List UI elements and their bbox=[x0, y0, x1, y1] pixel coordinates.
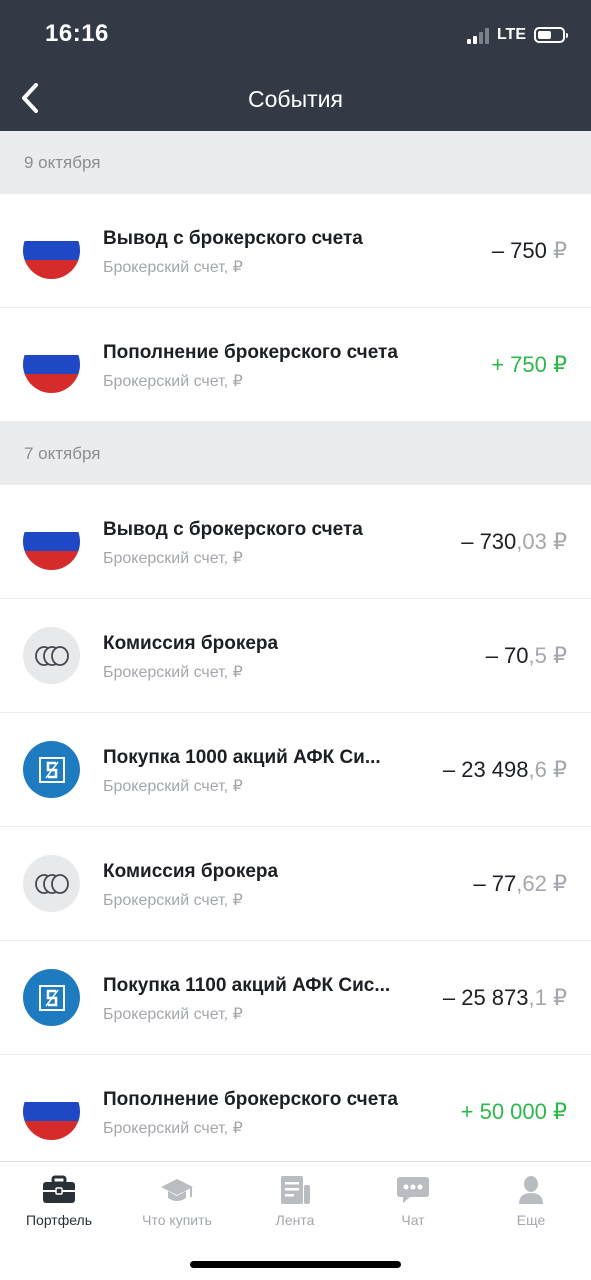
coins-icon bbox=[23, 627, 80, 684]
amount-fraction: ,03 bbox=[516, 529, 547, 554]
event-title: Комиссия брокера bbox=[103, 633, 279, 654]
tab-label: Что купить bbox=[142, 1212, 212, 1228]
event-row[interactable]: Вывод с брокерского счета Брокерский счет… bbox=[0, 485, 591, 599]
event-amount: – 730,03 ₽ bbox=[461, 529, 567, 555]
tab-feed[interactable]: Лента bbox=[236, 1162, 354, 1242]
amount-fraction: ,6 bbox=[528, 757, 547, 782]
event-title: Вывод с брокерского счета bbox=[103, 228, 363, 249]
event-row[interactable]: Комиссия брокера Брокерский счет, ₽ – 70,5… bbox=[0, 599, 591, 713]
afk-sistema-logo-icon bbox=[23, 969, 80, 1026]
signal-icon bbox=[466, 26, 489, 44]
afk-sistema-logo-icon bbox=[23, 741, 80, 798]
event-title: Комиссия брокера bbox=[103, 861, 279, 882]
russia-flag-icon bbox=[23, 513, 80, 570]
event-row[interactable]: Пополнение брокерского счета Брокерский с… bbox=[0, 1055, 591, 1169]
amount-integer: – 730 bbox=[461, 529, 517, 554]
event-account: Брокерский счет, ₽ bbox=[103, 892, 243, 909]
currency-sign: ₽ bbox=[553, 1099, 567, 1124]
currency-sign: ₽ bbox=[553, 985, 567, 1010]
event-row[interactable]: Покупка 1100 акций АФК Сис... Брокерский … bbox=[0, 941, 591, 1055]
currency-sign: ₽ bbox=[553, 529, 567, 554]
tab-portfolio[interactable]: Портфель bbox=[0, 1162, 118, 1242]
event-account: Брокерский счет, ₽ bbox=[103, 1120, 243, 1137]
coins-icon bbox=[23, 855, 80, 912]
event-amount: + 750 ₽ bbox=[491, 352, 567, 378]
section-date: 7 октября bbox=[24, 443, 101, 463]
home-indicator bbox=[190, 1261, 401, 1268]
event-account: Брокерский счет, ₽ bbox=[103, 373, 243, 390]
event-account: Брокерский счет, ₽ bbox=[103, 664, 243, 681]
amount-fraction: ,5 bbox=[528, 643, 547, 668]
status-indicators: LTE bbox=[466, 23, 568, 47]
page-title: События bbox=[248, 86, 343, 112]
event-amount: – 70,5 ₽ bbox=[486, 643, 567, 669]
tab-label: Еще bbox=[516, 1212, 546, 1228]
russia-flag-icon bbox=[23, 1083, 80, 1140]
event-amount: – 25 873,1 ₽ bbox=[443, 985, 567, 1011]
currency-sign: ₽ bbox=[553, 238, 567, 263]
amount-fraction: ,62 bbox=[516, 871, 547, 896]
event-amount: – 77,62 ₽ bbox=[473, 871, 567, 897]
event-account: Брокерский счет, ₽ bbox=[103, 259, 243, 276]
currency-sign: ₽ bbox=[553, 352, 567, 377]
event-title: Покупка 1000 акций АФК Си... bbox=[103, 747, 381, 768]
amount-integer: – 750 bbox=[491, 238, 547, 263]
event-row[interactable]: Пополнение брокерского счета Брокерский с… bbox=[0, 308, 591, 422]
event-title: Пополнение брокерского счета bbox=[103, 1089, 398, 1110]
currency-sign: ₽ bbox=[553, 643, 567, 668]
currency-sign: ₽ bbox=[553, 757, 567, 782]
currency-sign: ₽ bbox=[553, 871, 567, 896]
event-account: Брокерский счет, ₽ bbox=[103, 550, 243, 567]
event-row[interactable]: Покупка 1000 акций АФК Си... Брокерский с… bbox=[0, 713, 591, 827]
tab-label: Лента bbox=[275, 1212, 315, 1228]
events-list: 9 октября Вывод с брокерского счета Брокер… bbox=[0, 131, 591, 1169]
battery-icon bbox=[534, 27, 568, 43]
event-title: Пополнение брокерского счета bbox=[103, 342, 398, 363]
app-header: 16:16 LTE События bbox=[0, 0, 591, 131]
event-row[interactable]: Комиссия брокера Брокерский счет, ₽ – 77,6… bbox=[0, 827, 591, 941]
section-date-header: 7 октября bbox=[0, 422, 591, 485]
tab-chat[interactable]: Чат bbox=[354, 1162, 472, 1242]
network-type: LTE bbox=[496, 26, 526, 43]
tab-more[interactable]: Еще bbox=[472, 1162, 590, 1242]
event-row[interactable]: Вывод с брокерского счета Брокерский счет… bbox=[0, 194, 591, 308]
event-title: Покупка 1100 акций АФК Сис... bbox=[103, 975, 391, 996]
event-amount: – 750 ₽ bbox=[492, 238, 567, 264]
amount-fraction: ,1 bbox=[528, 985, 547, 1010]
tab-label: Чат bbox=[401, 1212, 425, 1228]
amount-integer: – 70 bbox=[485, 643, 529, 668]
event-account: Брокерский счет, ₽ bbox=[103, 1006, 243, 1023]
amount-integer: + 750 bbox=[491, 352, 547, 377]
russia-flag-icon bbox=[23, 222, 80, 279]
section-date-header: 9 октября bbox=[0, 131, 591, 194]
event-account: Брокерский счет, ₽ bbox=[103, 778, 243, 795]
event-amount: + 50 000 ₽ bbox=[461, 1099, 567, 1125]
tab-label: Портфель bbox=[25, 1212, 93, 1228]
event-title: Вывод с брокерского счета bbox=[103, 519, 363, 540]
russia-flag-icon bbox=[23, 336, 80, 393]
section-date: 9 октября bbox=[24, 152, 101, 172]
status-time: 16:16 bbox=[45, 20, 109, 47]
event-amount: – 23 498,6 ₽ bbox=[443, 757, 567, 783]
amount-integer: – 25 873 bbox=[442, 985, 529, 1010]
amount-integer: – 23 498 bbox=[442, 757, 529, 782]
amount-integer: – 77 bbox=[473, 871, 517, 896]
amount-integer: + 50 000 bbox=[460, 1099, 547, 1124]
tab-what-to-buy[interactable]: Что купить bbox=[118, 1162, 236, 1242]
